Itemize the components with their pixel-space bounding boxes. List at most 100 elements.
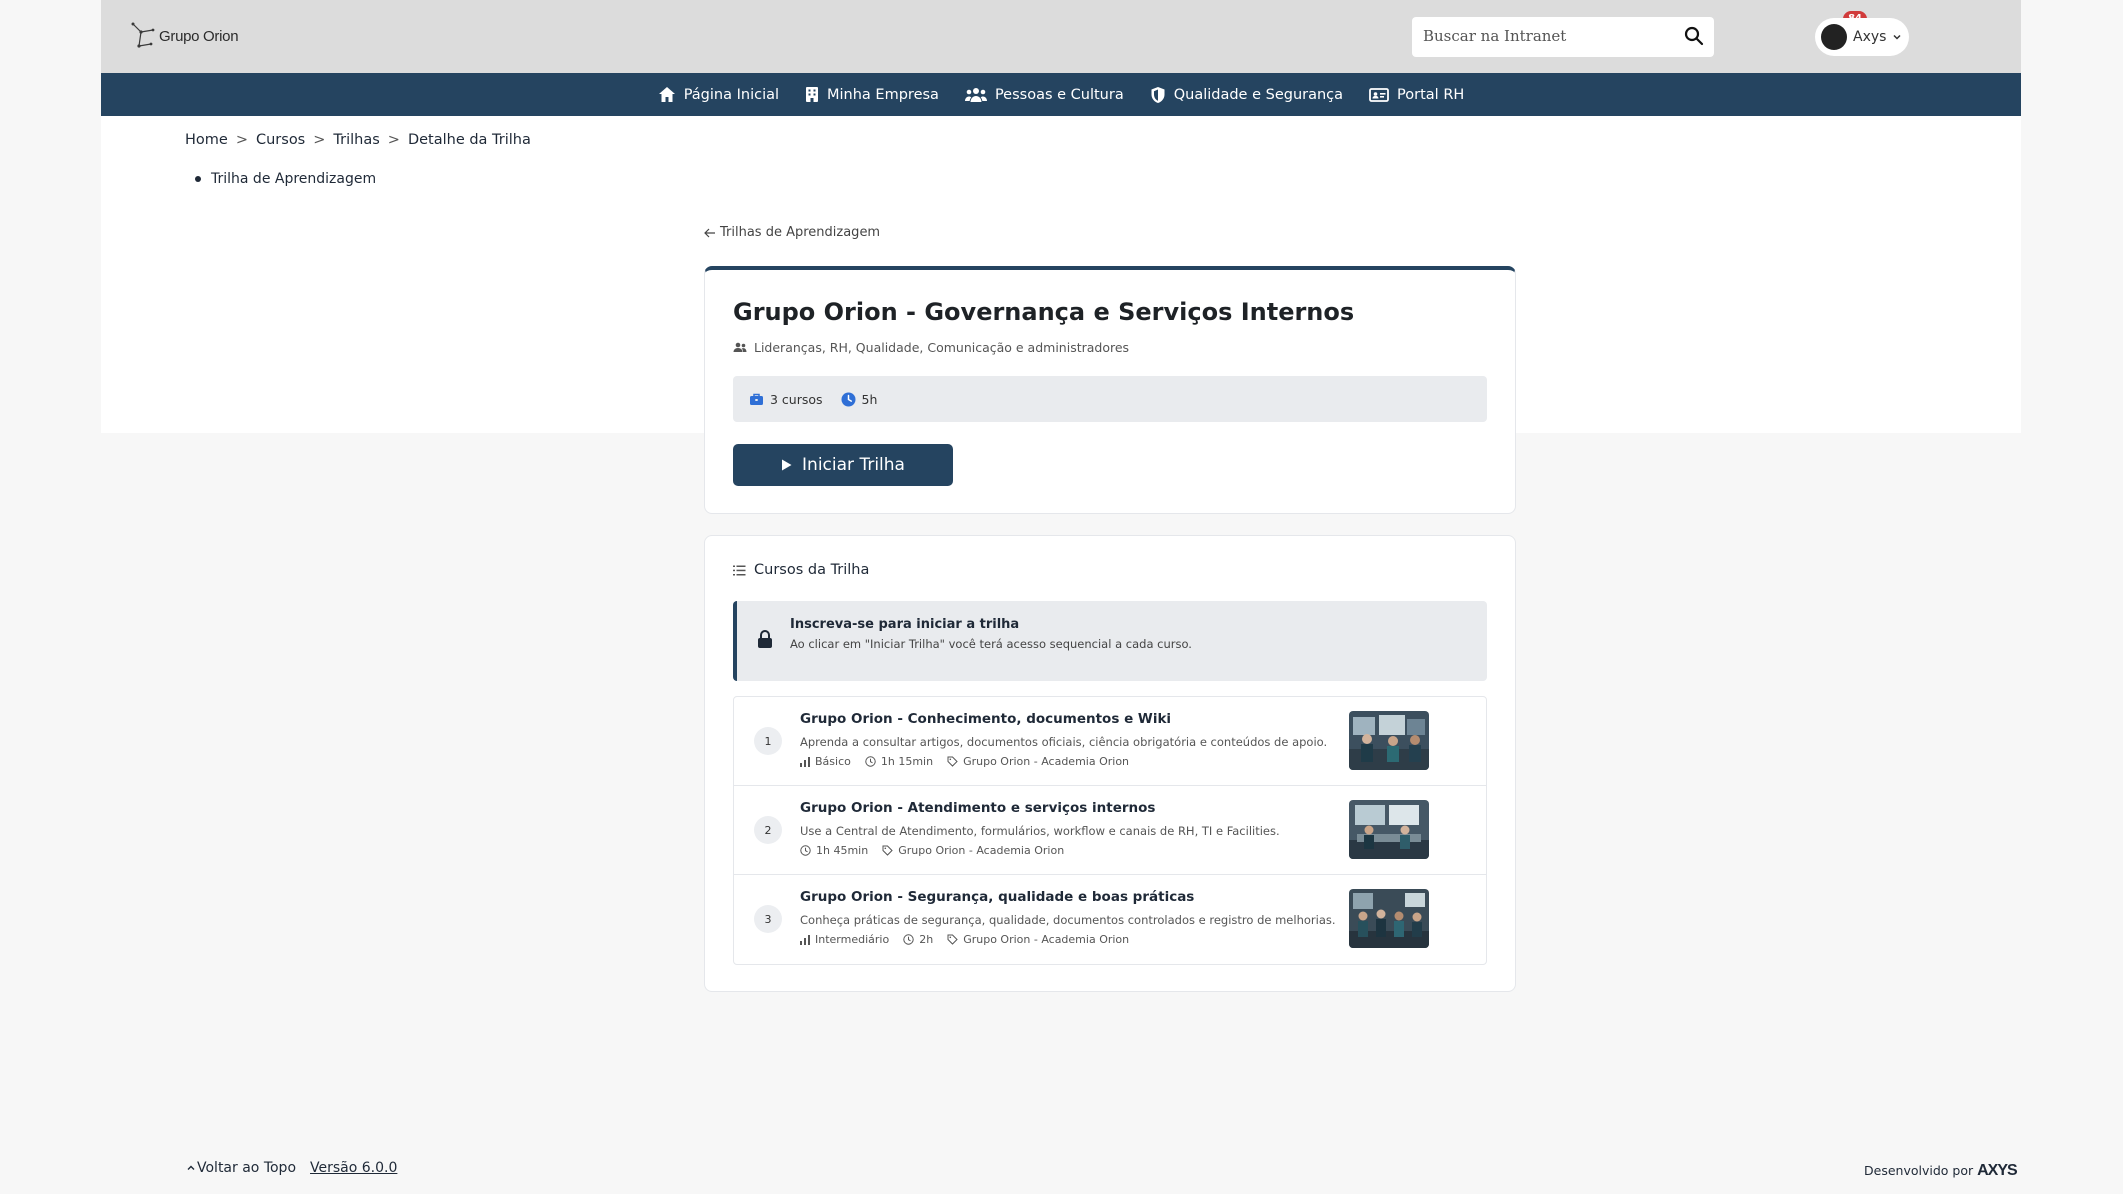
audience-text: Lideranças, RH, Qualidade, Comunicação e… — [754, 340, 1130, 355]
nav-item-portal-rh[interactable]: Portal RH — [1369, 87, 1464, 103]
footer-credit: Desenvolvido por AXYS — [1864, 1162, 2018, 1180]
course-duration-label: 1h 45min — [816, 844, 869, 857]
course-thumbnail — [1349, 800, 1429, 859]
courses-heading: Cursos da Trilha — [733, 562, 869, 578]
notice-text: Ao clicar em "Iniciar Trilha" você terá … — [790, 637, 1192, 651]
chevron-down-icon — [1893, 34, 1901, 40]
clock-icon — [841, 392, 856, 406]
course-meta: 1h 45min Grupo Orion - Academia Orion — [800, 844, 1064, 857]
top-bar: Grupo Orion 84 Axys — [101, 0, 2021, 73]
back-link-label: Trilhas de Aprendizagem — [720, 225, 881, 240]
nav-label: Portal RH — [1397, 86, 1465, 103]
course-duration-label: 2h — [919, 933, 934, 946]
trail-stats: 3 cursos 5h — [733, 376, 1487, 422]
search-box — [1412, 17, 1714, 57]
signal-bars-icon — [800, 756, 810, 767]
nav-item-pagina-inicial[interactable]: Página Inicial — [658, 86, 779, 103]
course-tag-label: Grupo Orion - Academia Orion — [963, 755, 1130, 768]
course-title: Grupo Orion - Conhecimento, documentos e… — [800, 711, 1172, 727]
course-item[interactable]: 3 Grupo Orion - Segurança, qualidade e b… — [734, 875, 1486, 964]
nav-item-qualidade-e-seguranca[interactable]: Qualidade e Segurança — [1150, 86, 1343, 104]
clock-outline-icon — [865, 756, 876, 767]
course-item[interactable]: 1 Grupo Orion - Conhecimento, documentos… — [734, 697, 1486, 786]
duration-stat: 5h — [841, 391, 878, 407]
course-tag-label: Grupo Orion - Academia Orion — [898, 844, 1065, 857]
notice-title: Inscreva-se para iniciar a trilha — [790, 617, 1020, 632]
breadcrumb-trilhas[interactable]: Trilhas — [333, 132, 379, 148]
building-icon — [806, 87, 819, 102]
people-icon — [964, 87, 987, 102]
developed-by-label: Desenvolvido por — [1864, 1163, 1974, 1178]
courses-title: Cursos da Trilha — [754, 562, 870, 578]
breadcrumb-home[interactable]: Home — [185, 132, 228, 148]
arrow-left-icon — [704, 228, 715, 237]
sub-item-label: Trilha de Aprendizagem — [211, 171, 377, 187]
course-tag: Grupo Orion - Academia Orion — [947, 933, 1129, 946]
logo-text: Grupo Orion — [159, 27, 239, 45]
course-count-stat: 3 cursos — [749, 392, 823, 407]
lock-icon — [758, 630, 772, 648]
avatar — [1821, 24, 1847, 50]
course-description: Use a Central de Atendimento, formulário… — [800, 824, 1280, 838]
users-icon — [733, 342, 747, 352]
course-description: Aprenda a consultar artigos, documentos … — [800, 735, 1328, 749]
breadcrumb-separator: > — [387, 132, 400, 148]
breadcrumb-current: Detalhe da Trilha — [407, 132, 531, 148]
tag-icon — [882, 845, 893, 856]
user-name: Axys — [1853, 29, 1887, 45]
course-tag: Grupo Orion - Academia Orion — [947, 755, 1129, 768]
nav-label: Qualidade e Segurança — [1173, 86, 1344, 103]
course-title: Grupo Orion - Segurança, qualidade e boa… — [800, 889, 1195, 905]
course-level: Básico — [800, 755, 851, 768]
course-level-label: Básico — [815, 755, 851, 768]
version-link[interactable]: Versão 6.0.0 — [310, 1160, 397, 1176]
breadcrumb-separator: > — [235, 132, 248, 148]
course-tag: Grupo Orion - Academia Orion — [882, 844, 1064, 857]
course-title: Grupo Orion - Atendimento e serviços int… — [800, 800, 1156, 816]
course-duration: 1h 45min — [800, 844, 868, 857]
signal-bars-icon — [800, 934, 810, 945]
breadcrumb-sub-item: Trilha de Aprendizagem — [195, 171, 376, 187]
axys-brand-logo[interactable]: AXYS — [1977, 1162, 2018, 1180]
course-number: 1 — [754, 727, 782, 755]
id-card-icon — [1369, 87, 1389, 102]
tag-icon — [947, 756, 958, 767]
company-logo[interactable]: Grupo Orion — [131, 22, 239, 50]
back-to-top-link[interactable]: Voltar ao Topo — [187, 1160, 296, 1176]
nav-item-minha-empresa[interactable]: Minha Empresa — [805, 86, 939, 103]
user-menu[interactable]: Axys — [1815, 18, 1907, 56]
nav-label: Página Inicial — [683, 86, 780, 103]
footer-left: Voltar ao Topo Versão 6.0.0 — [187, 1160, 397, 1176]
nav-item-pessoas-e-cultura[interactable]: Pessoas e Cultura — [964, 87, 1124, 103]
course-duration: 2h — [903, 933, 933, 946]
nav-label: Minha Empresa — [827, 86, 939, 103]
breadcrumb-cursos[interactable]: Cursos — [256, 132, 305, 148]
course-item[interactable]: 2 Grupo Orion - Atendimento e serviços i… — [734, 786, 1486, 875]
main-nav: Página Inicial Minha Empresa Pessoas e C… — [101, 73, 2021, 116]
course-count: 3 cursos — [770, 391, 823, 407]
play-icon — [782, 459, 792, 471]
start-trail-button[interactable]: Iniciar Trilha — [733, 444, 953, 486]
chevron-up-icon — [187, 1165, 195, 1170]
back-link[interactable]: Trilhas de Aprendizagem — [704, 225, 880, 240]
course-thumbnail — [1349, 889, 1429, 948]
courses-card: Cursos da Trilha Inscreva-se para inicia… — [704, 535, 1516, 992]
start-trail-label: Iniciar Trilha — [802, 455, 905, 475]
course-number: 2 — [754, 816, 782, 844]
trail-audience: Lideranças, RH, Qualidade, Comunicação e… — [733, 340, 1129, 355]
briefcase-icon — [750, 393, 763, 405]
course-tag-label: Grupo Orion - Academia Orion — [963, 933, 1130, 946]
breadcrumb: Home > Cursos > Trilhas > Detalhe da Tri… — [185, 132, 531, 148]
constellation-logo-icon — [131, 22, 155, 48]
course-duration-label: 1h 15min — [880, 755, 934, 768]
home-icon — [658, 87, 675, 102]
clock-outline-icon — [903, 934, 914, 945]
course-meta: Intermediário 2h Grupo Orion - Academia … — [800, 933, 1129, 946]
search-input[interactable] — [1423, 27, 1663, 45]
breadcrumb-separator: > — [313, 132, 326, 148]
trail-card: Grupo Orion - Governança e Serviços Inte… — [704, 266, 1516, 514]
duration: 5h — [861, 391, 878, 407]
course-meta: Básico 1h 15min Grupo Orion - Academia O… — [800, 755, 1129, 768]
search-icon[interactable] — [1684, 26, 1704, 50]
course-number: 3 — [754, 905, 782, 933]
